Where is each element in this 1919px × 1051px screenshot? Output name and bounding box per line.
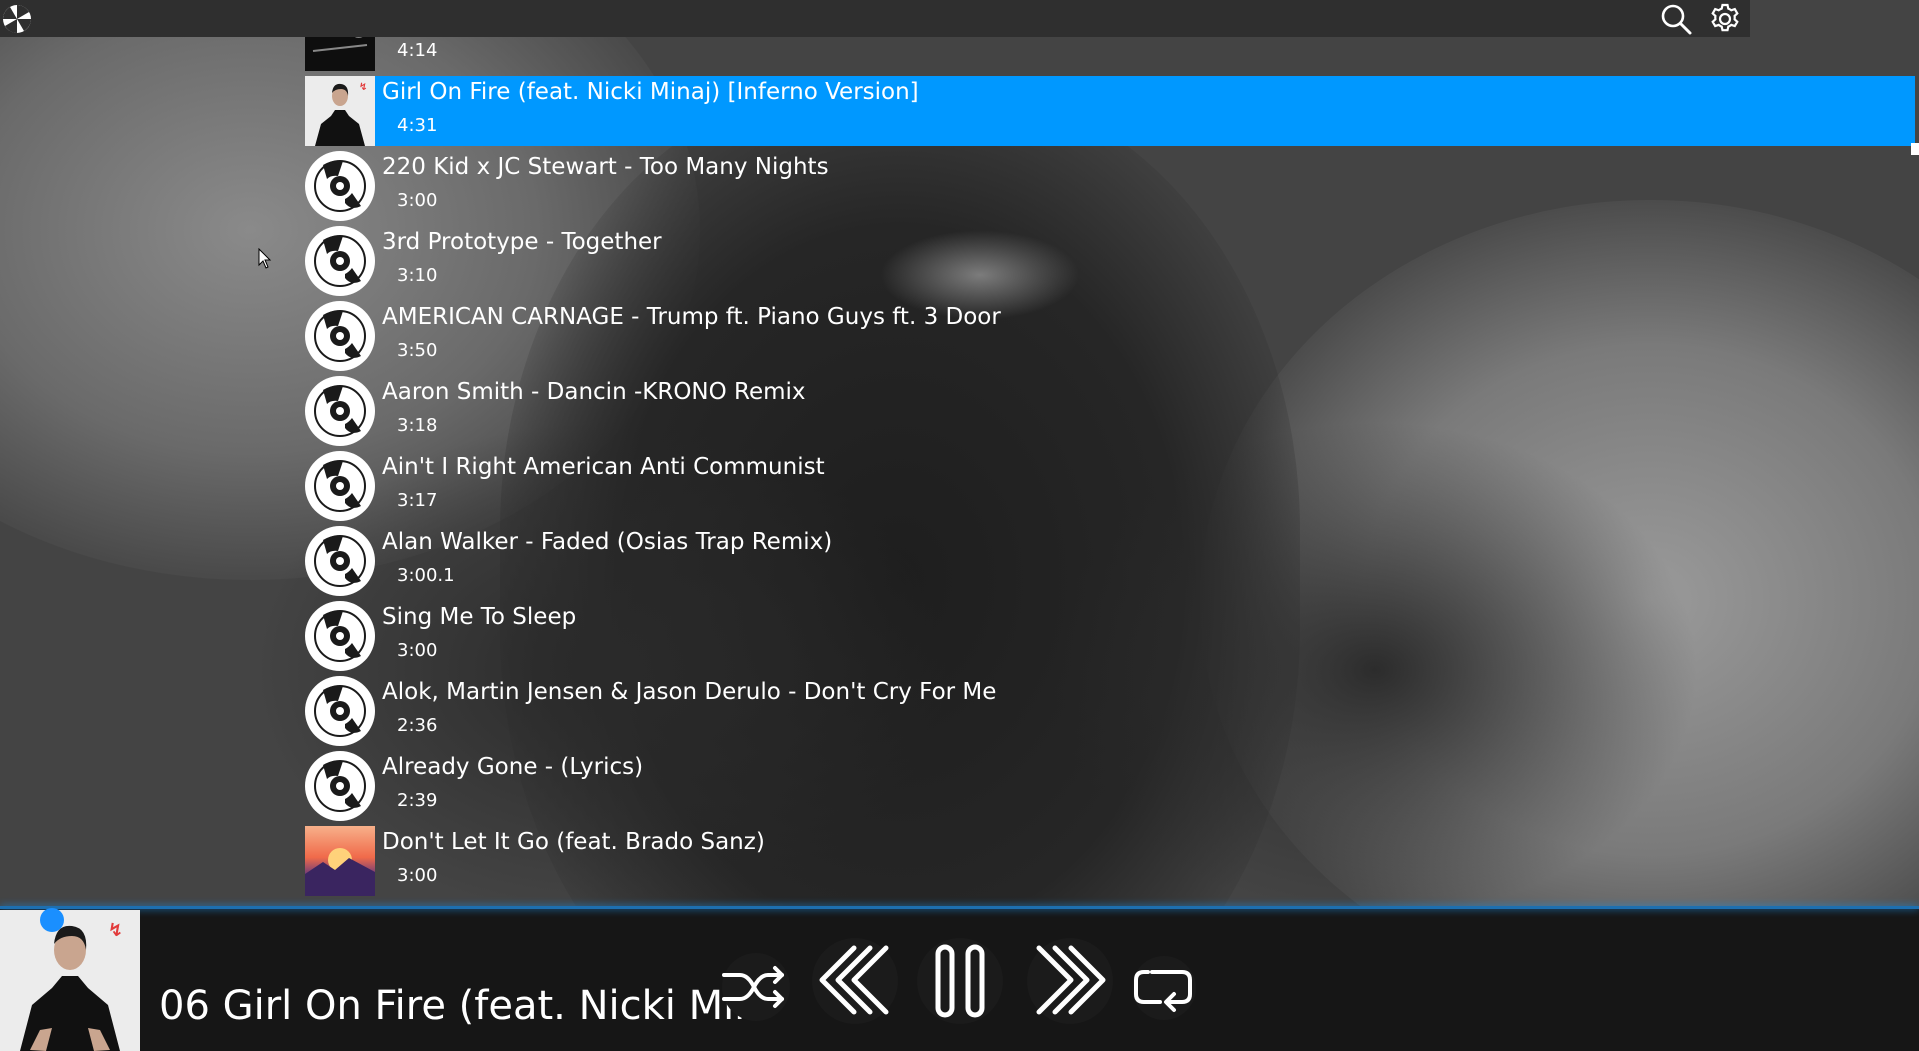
track-title: Already Gone - (Lyrics) bbox=[382, 754, 644, 780]
pinwheel-logo-icon[interactable] bbox=[2, 4, 32, 34]
track-title: Alok, Martin Jensen & Jason Derulo - Don… bbox=[382, 679, 997, 705]
now-playing-title: 06 Girl On Fire (feat. Nicki Minaj) bbox=[159, 983, 759, 1029]
track-thumbnail bbox=[305, 826, 375, 896]
track-thumbnail bbox=[305, 226, 375, 296]
track-row[interactable]: AMERICAN CARNAGE - Trump ft. Piano Guys … bbox=[305, 301, 1915, 371]
track-title: 3rd Prototype - Together bbox=[382, 229, 662, 255]
svg-text:↯: ↯ bbox=[359, 82, 367, 93]
track-duration: 2:39 bbox=[397, 790, 438, 811]
previous-icon[interactable] bbox=[810, 936, 900, 1026]
track-title: 220 Kid x JC Stewart - Too Many Nights bbox=[382, 154, 829, 180]
album-art-sunset bbox=[305, 826, 375, 896]
scrollbar-thumb[interactable] bbox=[1911, 143, 1919, 155]
shuffle-icon[interactable] bbox=[720, 951, 792, 1023]
track-row[interactable]: Already Gone - (Lyrics) 2:39 bbox=[305, 751, 1915, 821]
track-duration: 3:00.1 bbox=[397, 565, 455, 586]
pause-icon[interactable] bbox=[915, 936, 1005, 1026]
track-title: Aaron Smith - Dancin -KRONO Remix bbox=[382, 379, 806, 405]
track-list[interactable]: TRUEHey Brother4:14↯Girl On Fire (feat. … bbox=[305, 23, 1919, 908]
disc-icon bbox=[305, 676, 375, 746]
track-thumbnail bbox=[305, 526, 375, 596]
repeat-icon[interactable] bbox=[1130, 954, 1198, 1022]
progress-knob[interactable] bbox=[40, 908, 64, 932]
svg-text:↯: ↯ bbox=[108, 920, 123, 941]
track-title: AMERICAN CARNAGE - Trump ft. Piano Guys … bbox=[382, 304, 1001, 330]
disc-icon bbox=[305, 376, 375, 446]
track-title: Don't Let It Go (feat. Brado Sanz) bbox=[382, 829, 765, 855]
disc-icon bbox=[305, 151, 375, 221]
progress-bar[interactable] bbox=[0, 906, 1919, 909]
track-thumbnail bbox=[305, 676, 375, 746]
track-duration: 4:14 bbox=[397, 40, 438, 61]
track-title: Sing Me To Sleep bbox=[382, 604, 577, 630]
track-duration: 3:10 bbox=[397, 265, 438, 286]
top-bar bbox=[0, 0, 1750, 37]
track-duration: 3:00 bbox=[397, 190, 438, 211]
track-duration: 3:00 bbox=[397, 865, 438, 886]
now-playing-bar: ↯ 06 Girl On Fire (feat. Nicki Minaj) bbox=[0, 906, 1919, 1051]
album-art-girl-on-fire: ↯ bbox=[305, 76, 375, 146]
track-thumbnail bbox=[305, 751, 375, 821]
track-thumbnail bbox=[305, 376, 375, 446]
now-playing-album-art: ↯ bbox=[0, 910, 140, 1051]
track-row[interactable]: Ain't I Right American Anti Communist 3:1… bbox=[305, 451, 1915, 521]
disc-icon bbox=[305, 601, 375, 671]
track-row[interactable]: Sing Me To Sleep 3:00 bbox=[305, 601, 1915, 671]
disc-icon bbox=[305, 451, 375, 521]
track-row[interactable]: 3rd Prototype - Together 3:10 bbox=[305, 226, 1915, 296]
track-duration: 2:36 bbox=[397, 715, 438, 736]
track-duration: 4:31 bbox=[397, 115, 438, 136]
next-icon[interactable] bbox=[1025, 936, 1115, 1026]
search-icon[interactable] bbox=[1659, 2, 1693, 36]
disc-icon bbox=[305, 751, 375, 821]
track-duration: 3:18 bbox=[397, 415, 438, 436]
track-title: Girl On Fire (feat. Nicki Minaj) [Infern… bbox=[382, 79, 919, 105]
track-title: Alan Walker - Faded (Osias Trap Remix) bbox=[382, 529, 833, 555]
track-thumbnail bbox=[305, 301, 375, 371]
track-thumbnail bbox=[305, 601, 375, 671]
track-row[interactable]: 220 Kid x JC Stewart - Too Many Nights 3:… bbox=[305, 151, 1915, 221]
track-row[interactable]: Don't Let It Go (feat. Brado Sanz) 3:00 bbox=[305, 826, 1915, 896]
track-thumbnail bbox=[305, 151, 375, 221]
track-row-active[interactable]: ↯ Girl On Fire (feat. Nicki Minaj) [Infer… bbox=[305, 76, 1915, 146]
disc-icon bbox=[305, 226, 375, 296]
track-thumbnail bbox=[305, 451, 375, 521]
track-row[interactable]: Aaron Smith - Dancin -KRONO Remix 3:18 bbox=[305, 376, 1915, 446]
music-player-app: TRUEHey Brother4:14↯Girl On Fire (feat. … bbox=[0, 0, 1919, 1051]
track-duration: 3:00 bbox=[397, 640, 438, 661]
mouse-cursor-icon bbox=[258, 248, 272, 269]
disc-icon bbox=[305, 526, 375, 596]
gear-icon[interactable] bbox=[1708, 2, 1742, 36]
track-duration: 3:17 bbox=[397, 490, 438, 511]
disc-icon bbox=[305, 301, 375, 371]
track-row[interactable]: Alan Walker - Faded (Osias Trap Remix) 3:… bbox=[305, 526, 1915, 596]
track-duration: 3:50 bbox=[397, 340, 438, 361]
track-thumbnail: ↯ bbox=[305, 76, 375, 146]
track-row[interactable]: Alok, Martin Jensen & Jason Derulo - Don… bbox=[305, 676, 1915, 746]
track-title: Ain't I Right American Anti Communist bbox=[382, 454, 825, 480]
